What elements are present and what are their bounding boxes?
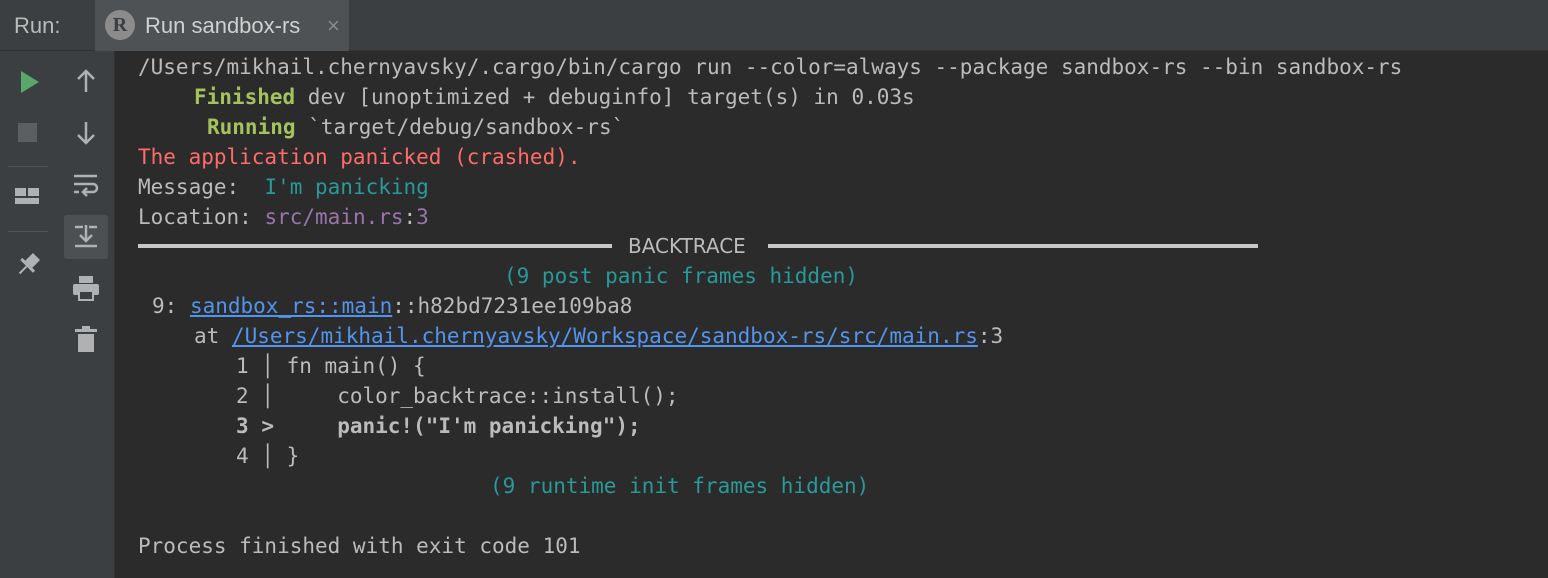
down-arrow-icon[interactable] bbox=[72, 119, 100, 147]
frame-function-link[interactable]: sandbox_rs::main bbox=[190, 294, 392, 318]
code-line: 4 │ } bbox=[236, 444, 300, 468]
soft-wrap-icon[interactable] bbox=[71, 171, 101, 199]
message-value: I'm panicking bbox=[264, 175, 429, 199]
run-toolwindow-header: Run: R Run sandbox-rs × bbox=[0, 0, 1548, 51]
post-panic-frames-hidden: (9 post panic frames hidden) bbox=[504, 264, 859, 288]
message-line: Message: I'm panicking bbox=[138, 175, 429, 199]
code-line: 1 │ fn main() { bbox=[236, 354, 426, 378]
close-tab-icon[interactable]: × bbox=[327, 13, 340, 39]
stop-icon[interactable] bbox=[16, 121, 40, 145]
run-label: Run: bbox=[14, 13, 61, 38]
location-line-number: 3 bbox=[416, 205, 429, 229]
finished-line: Finished dev [unoptimized + debuginfo] t… bbox=[194, 85, 915, 109]
trash-icon[interactable] bbox=[73, 325, 99, 355]
toolbar-separator bbox=[8, 231, 48, 232]
panic-message: The application panicked (crashed). bbox=[138, 145, 581, 169]
exit-code-line: Process finished with exit code 101 bbox=[138, 534, 581, 558]
backtrace-rule-right bbox=[768, 244, 1258, 248]
running-line: Running `target/debug/sandbox-rs` bbox=[207, 115, 625, 139]
frame-location-line: at /Users/mikhail.chernyavsky/Workspace/… bbox=[194, 324, 1004, 348]
frame-file-link[interactable]: /Users/mikhail.chernyavsky/Workspace/san… bbox=[232, 324, 978, 348]
backtrace-rule-left bbox=[138, 244, 612, 248]
right-toolbar bbox=[57, 51, 115, 578]
runtime-init-frames-hidden: (9 runtime init frames hidden) bbox=[490, 474, 870, 498]
running-keyword: Running bbox=[207, 115, 296, 139]
left-toolbar bbox=[0, 51, 57, 578]
print-icon[interactable] bbox=[71, 274, 101, 302]
tab-run-sandbox-rs[interactable]: R Run sandbox-rs × bbox=[95, 0, 349, 51]
frame-line: 9: sandbox_rs::main::h82bd7231ee109ba8 bbox=[152, 294, 633, 318]
pin-icon[interactable] bbox=[14, 251, 42, 279]
location-file: src/main.rs bbox=[264, 205, 404, 229]
code-line-highlighted: 3 > panic!("I'm panicking"); bbox=[236, 414, 641, 438]
toolbar-separator bbox=[8, 166, 48, 167]
console-output[interactable]: /Users/mikhail.chernyavsky/.cargo/bin/ca… bbox=[116, 51, 1548, 578]
scroll-to-end-button[interactable] bbox=[64, 215, 108, 259]
location-line: Location: src/main.rs:3 bbox=[138, 205, 429, 229]
tab-title: Run sandbox-rs bbox=[145, 13, 301, 38]
scroll-to-end-icon bbox=[75, 225, 97, 248]
backtrace-title: BACKTRACE bbox=[628, 234, 746, 258]
up-arrow-icon[interactable] bbox=[72, 67, 100, 95]
rust-logo-icon: R bbox=[105, 10, 135, 40]
finished-keyword: Finished bbox=[194, 85, 296, 109]
command-line: /Users/mikhail.chernyavsky/.cargo/bin/ca… bbox=[138, 55, 1403, 79]
code-line: 2 │ color_backtrace::install(); bbox=[236, 384, 679, 408]
layout-icon[interactable] bbox=[14, 185, 42, 209]
run-icon[interactable] bbox=[16, 68, 42, 96]
